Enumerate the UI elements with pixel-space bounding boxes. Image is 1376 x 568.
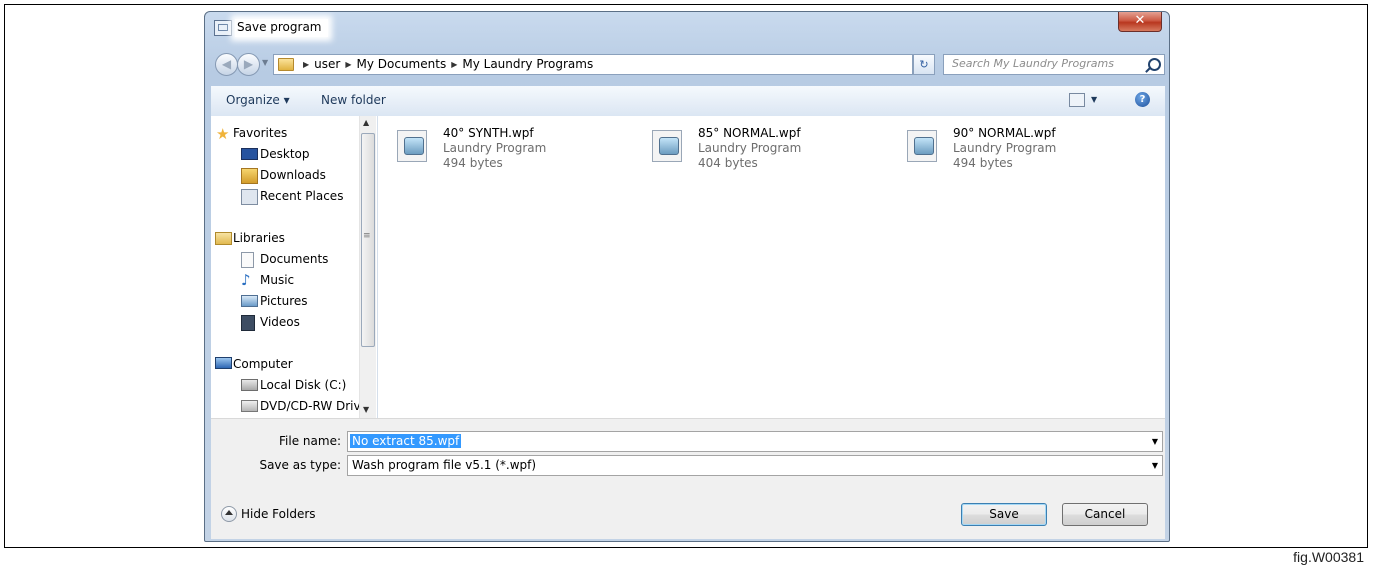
cancel-button[interactable]: Cancel xyxy=(1062,503,1148,526)
save-type-value: Wash program file v5.1 (*.wpf) xyxy=(352,458,537,472)
search-box[interactable]: Search My Laundry Programs xyxy=(943,54,1165,75)
content-area: ★ Favorites Desktop Downloads Recent Pla… xyxy=(211,116,1165,418)
close-button[interactable]: ✕ xyxy=(1118,12,1162,32)
back-button[interactable]: ◀ xyxy=(215,53,238,76)
search-input[interactable]: Search My Laundry Programs xyxy=(952,57,1114,70)
sidebar-item-recent-places[interactable]: Recent Places xyxy=(241,189,343,205)
sidebar-item-videos[interactable]: Videos xyxy=(241,315,300,331)
file-type: Laundry Program xyxy=(698,141,802,155)
save-type-label: Save as type: xyxy=(259,458,341,472)
sidebar-item-dvd-drive[interactable]: DVD/CD-RW Driv xyxy=(241,399,361,413)
scroll-up-icon[interactable]: ▲ xyxy=(363,118,369,127)
libraries-icon xyxy=(215,232,232,245)
navigation-pane: ★ Favorites Desktop Downloads Recent Pla… xyxy=(211,116,378,418)
folder-icon xyxy=(278,58,294,71)
scroll-grip-icon: ≡ xyxy=(363,231,371,241)
computer-icon xyxy=(215,357,232,369)
collapse-up-icon xyxy=(221,506,237,522)
file-type: Laundry Program xyxy=(443,141,547,155)
file-type: Laundry Program xyxy=(953,141,1057,155)
file-item[interactable]: 90° NORMAL.wpf Laundry Program 494 bytes xyxy=(907,122,1147,170)
sidebar-item-favorites[interactable]: ★ Favorites xyxy=(216,125,287,143)
change-view-icon[interactable] xyxy=(1069,93,1085,107)
file-name-label: File name: xyxy=(279,434,341,448)
downloads-icon xyxy=(241,168,258,184)
recent-locations-dropdown[interactable]: ▼ xyxy=(262,58,268,67)
back-arrow-icon: ◀ xyxy=(221,57,232,71)
save-type-dropdown-icon[interactable]: ▼ xyxy=(1152,461,1158,470)
breadcrumb-my-documents[interactable]: My Documents xyxy=(357,57,447,71)
navigation-bar: ◀ ▶ ▼ ▶ user ▶ My Documents ▶ My Laundry Prog… xyxy=(213,52,1165,76)
documents-icon xyxy=(241,252,254,268)
sidebar-item-pictures[interactable]: Pictures xyxy=(241,294,308,308)
laundry-program-file-icon xyxy=(907,130,937,162)
file-size: 404 bytes xyxy=(698,156,758,170)
star-icon: ★ xyxy=(216,125,230,143)
search-icon[interactable] xyxy=(1148,58,1161,71)
hide-folders-button[interactable]: Hide Folders xyxy=(221,506,316,522)
new-folder-button[interactable]: New folder xyxy=(321,93,386,107)
save-button[interactable]: Save xyxy=(961,503,1047,526)
help-icon[interactable]: ? xyxy=(1135,92,1150,107)
file-item[interactable]: 40° SYNTH.wpf Laundry Program 494 bytes xyxy=(397,122,637,170)
refresh-button[interactable]: ↻ xyxy=(913,54,935,75)
local-disk-icon xyxy=(241,379,258,391)
file-name: 85° NORMAL.wpf xyxy=(698,126,801,140)
sidebar-item-downloads[interactable]: Downloads xyxy=(241,168,326,184)
sidebar-item-documents[interactable]: Documents xyxy=(241,252,328,268)
dvd-drive-icon xyxy=(241,400,258,412)
save-type-select[interactable]: Wash program file v5.1 (*.wpf) ▼ xyxy=(347,455,1163,476)
organize-button[interactable]: Organize ▾ xyxy=(226,93,290,107)
scroll-down-icon[interactable]: ▼ xyxy=(363,405,369,414)
sidebar-item-desktop[interactable]: Desktop xyxy=(241,147,310,161)
forward-arrow-icon: ▶ xyxy=(243,57,254,71)
file-name-field[interactable]: No extract 85.wpf ▼ xyxy=(347,431,1163,452)
pictures-icon xyxy=(241,295,258,307)
file-name: 40° SYNTH.wpf xyxy=(443,126,534,140)
window-title: Save program xyxy=(235,19,328,37)
sidebar-item-computer[interactable]: Computer xyxy=(215,357,293,371)
title-bar: Save program ✕ xyxy=(205,12,1169,42)
desktop-icon xyxy=(241,148,258,160)
sidebar-item-music[interactable]: ♪ Music xyxy=(241,271,294,289)
recent-places-icon xyxy=(241,189,258,205)
laundry-program-file-icon xyxy=(652,130,682,162)
breadcrumb-my-laundry-programs[interactable]: My Laundry Programs xyxy=(462,57,593,71)
file-name-dropdown-icon[interactable]: ▼ xyxy=(1152,437,1158,446)
file-size: 494 bytes xyxy=(443,156,503,170)
command-toolbar: Organize ▾ New folder ▼ ? xyxy=(211,86,1165,117)
forward-button[interactable]: ▶ xyxy=(237,53,260,76)
file-name: 90° NORMAL.wpf xyxy=(953,126,1056,140)
sidebar-item-local-disk[interactable]: Local Disk (C:) xyxy=(241,378,346,392)
sidebar-item-libraries[interactable]: Libraries xyxy=(215,231,285,245)
videos-icon xyxy=(241,315,255,331)
app-icon xyxy=(214,20,232,36)
view-options-dropdown[interactable]: ▼ xyxy=(1091,95,1097,104)
file-item[interactable]: 85° NORMAL.wpf Laundry Program 404 bytes xyxy=(652,122,892,170)
save-dialog: Save program ✕ ◀ ▶ ▼ ▶ user ▶ My Documents ▶… xyxy=(204,11,1170,542)
file-name-value[interactable]: No extract 85.wpf xyxy=(350,434,462,448)
music-icon: ♪ xyxy=(241,271,251,289)
figure-label: fig.W00381 xyxy=(1293,549,1364,565)
laundry-program-file-icon xyxy=(397,130,427,162)
breadcrumb: ▶ user ▶ My Documents ▶ My Laundry Programs xyxy=(303,57,594,71)
file-size: 494 bytes xyxy=(953,156,1013,170)
save-options-panel: File name: No extract 85.wpf ▼ Save as t… xyxy=(211,418,1165,539)
breadcrumb-user[interactable]: user xyxy=(314,57,340,71)
address-bar[interactable]: ▶user▶My Documents▶My Laundry Programs ▼ xyxy=(273,54,964,75)
navigation-scrollbar[interactable]: ▲ ≡ ▼ xyxy=(359,116,376,418)
